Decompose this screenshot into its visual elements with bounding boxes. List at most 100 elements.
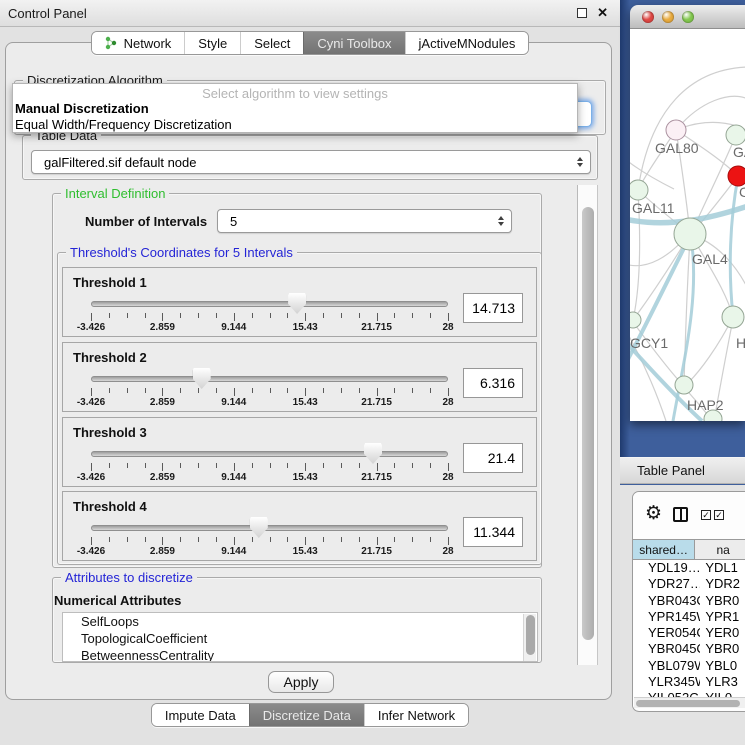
scrollbar-thumb[interactable] [582, 207, 594, 640]
table-header-row: shared… na [633, 539, 745, 560]
cell-name[interactable]: YDR2 [700, 576, 745, 592]
slider-track[interactable] [91, 376, 448, 382]
attribute-list-item[interactable]: BetweennessCentrality [63, 647, 537, 662]
tab-select[interactable]: Select [240, 32, 303, 54]
tick-mark [448, 388, 449, 396]
column-header-name[interactable]: na [695, 540, 745, 559]
cell-name[interactable]: YER0 [700, 625, 745, 641]
tab-network[interactable]: Network [92, 32, 185, 54]
tab-discretize-data[interactable]: Discretize Data [249, 704, 364, 726]
tick-mark [323, 537, 324, 542]
node-label: GA [733, 144, 745, 160]
tab-infer-network[interactable]: Infer Network [364, 704, 468, 726]
network-node[interactable] [666, 120, 686, 140]
cell-shared-name[interactable]: YLR345W [633, 674, 700, 690]
threshold-value-field[interactable]: 11.344 [463, 517, 523, 547]
threshold-value-field[interactable]: 21.4 [463, 443, 523, 473]
threshold-label: Threshold 3 [73, 425, 147, 440]
cell-shared-name[interactable]: YDL19… [633, 560, 700, 576]
zoom-traffic-light[interactable] [682, 11, 694, 23]
control-panel: Control Panel ✕ NetworkStyleSelectCyni T… [0, 0, 620, 745]
cell-name[interactable]: YBL0 [700, 658, 745, 674]
network-node[interactable] [630, 312, 641, 328]
settings-vertical-scrollbar[interactable] [577, 185, 598, 665]
tick-label: 2.859 [150, 322, 175, 333]
table-data-combobox[interactable]: galFiltered.sif default node [31, 150, 591, 174]
node-label: C [739, 184, 745, 200]
cell-name[interactable]: YDL1 [700, 560, 745, 576]
network-icon [105, 36, 118, 50]
table-row[interactable]: YPR145WYPR1 [633, 609, 745, 625]
cell-shared-name[interactable]: YER054C [633, 625, 700, 641]
tick-label: -3.426 [77, 546, 105, 557]
numerical-attributes-list[interactable]: SelfLoopsTopologicalCoefficientBetweenne… [62, 612, 538, 662]
cell-shared-name[interactable]: YBR043C [633, 593, 700, 609]
num-intervals-combobox[interactable]: 5 [217, 209, 512, 233]
tick-mark [162, 313, 163, 321]
tick-mark [162, 388, 163, 396]
attributes-scrollbar[interactable] [523, 614, 536, 662]
tick-mark [377, 388, 378, 396]
cell-shared-name[interactable]: YPR145W [633, 609, 700, 625]
close-traffic-light[interactable] [642, 11, 654, 23]
attribute-list-item[interactable]: TopologicalCoefficient [63, 630, 537, 647]
checkbox-icon[interactable]: ✓ [714, 510, 724, 520]
slider-thumb[interactable] [288, 293, 306, 314]
algorithm-option-equal-width[interactable]: Equal Width/Frequency Discretization [15, 117, 232, 132]
slider-track[interactable] [91, 451, 448, 457]
table-row[interactable]: YBL079WYBL0 [633, 658, 745, 674]
cell-shared-name[interactable]: YDR27… [633, 576, 700, 592]
table-row[interactable]: YBR045CYBR0 [633, 641, 745, 657]
cell-name[interactable]: YPR1 [700, 609, 745, 625]
cell-name[interactable]: YLR3 [700, 674, 745, 690]
apply-button[interactable]: Apply [268, 671, 334, 693]
split-columns-icon[interactable] [673, 507, 688, 522]
node-label: GCY1 [630, 335, 668, 351]
gear-icon[interactable]: ⚙ [645, 502, 662, 524]
network-node[interactable] [675, 376, 693, 394]
tick-mark [323, 463, 324, 468]
table-horizontal-scrollbar[interactable] [634, 697, 745, 708]
cell-shared-name[interactable]: YBL079W [633, 658, 700, 674]
minimize-traffic-light[interactable] [662, 11, 674, 23]
table-row[interactable]: YDR27…YDR2 [633, 576, 745, 592]
slider-thumb[interactable] [364, 443, 382, 464]
tab-cyni-toolbox[interactable]: Cyni Toolbox [303, 32, 404, 54]
network-node[interactable] [726, 125, 745, 145]
tick-mark [287, 388, 288, 393]
table-row[interactable]: YLR345WYLR3 [633, 674, 745, 690]
network-node[interactable] [630, 180, 648, 200]
close-icon[interactable]: ✕ [597, 5, 608, 21]
column-header-shared-name[interactable]: shared… [633, 540, 695, 559]
scrollbar-thumb[interactable] [636, 700, 740, 707]
tab-impute-data[interactable]: Impute Data [152, 704, 249, 726]
slider-track[interactable] [91, 525, 448, 531]
tick-label: 15.43 [293, 546, 318, 557]
scrollbar-thumb[interactable] [526, 615, 535, 655]
cell-name[interactable]: YBR0 [700, 641, 745, 657]
tick-mark [359, 388, 360, 393]
table-body: YDL19…YDL1YDR27…YDR2YBR043CYBR0YPR145WYP… [633, 560, 745, 707]
threshold-value-field[interactable]: 14.713 [463, 293, 523, 323]
slider-thumb[interactable] [193, 368, 211, 389]
network-node[interactable] [722, 306, 744, 328]
threshold-value-field[interactable]: 6.316 [463, 368, 523, 398]
slider-thumb[interactable] [250, 517, 268, 538]
network-node[interactable] [728, 166, 745, 186]
threshold-label: Threshold 2 [73, 350, 147, 365]
cell-name[interactable]: YBR0 [700, 593, 745, 609]
tab-jactivemnodules[interactable]: jActiveMNodules [405, 32, 529, 54]
tick-mark [127, 313, 128, 318]
checkbox-icon[interactable]: ✓ [701, 510, 711, 520]
cell-shared-name[interactable]: YBR045C [633, 641, 700, 657]
network-canvas[interactable]: GAL80GAGAL11CGAL4GCY1HHAP2 [630, 29, 745, 421]
float-window-icon[interactable] [577, 8, 587, 18]
network-node[interactable] [674, 218, 706, 250]
tab-style[interactable]: Style [184, 32, 240, 54]
table-row[interactable]: YBR043CYBR0 [633, 593, 745, 609]
algorithm-option-manual[interactable]: Manual Discretization [15, 101, 149, 116]
table-row[interactable]: YDL19…YDL1 [633, 560, 745, 576]
table-row[interactable]: YER054CYER0 [633, 625, 745, 641]
slider-track[interactable] [91, 301, 448, 307]
attribute-list-item[interactable]: SelfLoops [63, 613, 537, 630]
